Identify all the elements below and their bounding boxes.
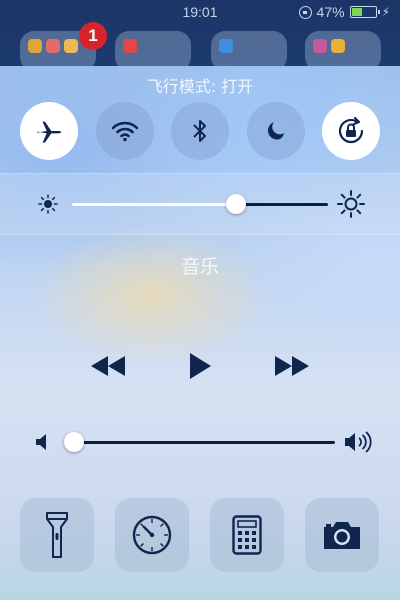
airplane-mode-status: 飞行模式: 打开 (146, 77, 254, 96)
timer-button[interactable] (115, 498, 189, 572)
calculator-button[interactable] (210, 498, 284, 572)
rotation-lock-icon (338, 116, 364, 144)
brightness-track-filled[interactable] (72, 203, 236, 206)
timer-icon (132, 515, 172, 555)
folder-app-icon (219, 39, 233, 53)
airplane-icon (37, 121, 62, 143)
rotation-lock-toggle[interactable] (322, 102, 380, 160)
status-bar: 19:01 47% ⚡ (0, 0, 400, 26)
battery-percent: 47% (316, 4, 345, 20)
do-not-disturb-toggle[interactable] (247, 102, 305, 160)
camera-icon (324, 522, 360, 549)
wifi-icon (111, 121, 139, 142)
sun-small-icon (38, 194, 58, 214)
speaker-loud-icon (345, 431, 372, 453)
fast-forward-button[interactable] (274, 353, 310, 379)
folder-app-icon (64, 39, 78, 53)
calculator-icon (232, 515, 262, 555)
airplane-mode-toggle[interactable] (20, 102, 78, 160)
moon-icon (267, 122, 284, 140)
brightness-slider-thumb[interactable] (225, 194, 246, 214)
flashlight-icon (46, 512, 68, 558)
folder-app-icon (313, 39, 327, 53)
flashlight-button[interactable] (20, 498, 94, 572)
notification-badge: 1 (79, 22, 107, 50)
volume-track[interactable] (64, 441, 335, 444)
volume-slider-thumb[interactable] (64, 432, 84, 452)
bluetooth-toggle[interactable] (171, 102, 229, 160)
rewind-icon (91, 356, 125, 376)
music-title: 音乐 (180, 256, 219, 278)
rewind-button[interactable] (90, 353, 126, 379)
app-folder-2[interactable] (115, 31, 191, 71)
camera-button[interactable] (305, 498, 379, 572)
app-folder-3[interactable] (211, 31, 287, 71)
speaker-icon (36, 434, 46, 450)
wifi-toggle[interactable] (96, 102, 154, 160)
fast-forward-icon (275, 356, 309, 376)
folder-app-icon (46, 39, 60, 53)
app-folder-4[interactable] (305, 31, 381, 71)
folder-app-icon (28, 39, 42, 53)
bluetooth-icon (193, 120, 206, 142)
status-right: 47% ⚡ (298, 4, 390, 20)
brightness-control (0, 173, 400, 235)
battery-fill (351, 8, 363, 16)
bolt-icon: ⚡ (381, 5, 390, 19)
control-center-panel: 飞行模式: 打开 音乐 (0, 66, 400, 600)
rotation-lock-icon (298, 5, 312, 19)
folder-app-icon (331, 39, 345, 53)
folder-app-icon (123, 39, 137, 53)
battery-icon (349, 6, 380, 18)
play-icon (190, 353, 211, 379)
sun-large-icon (337, 190, 365, 218)
brightness-track-empty[interactable] (235, 203, 328, 206)
play-button[interactable] (186, 353, 214, 379)
screen: 19:01 47% ⚡ 1 飞行模式: 打开 音乐 (0, 0, 400, 600)
